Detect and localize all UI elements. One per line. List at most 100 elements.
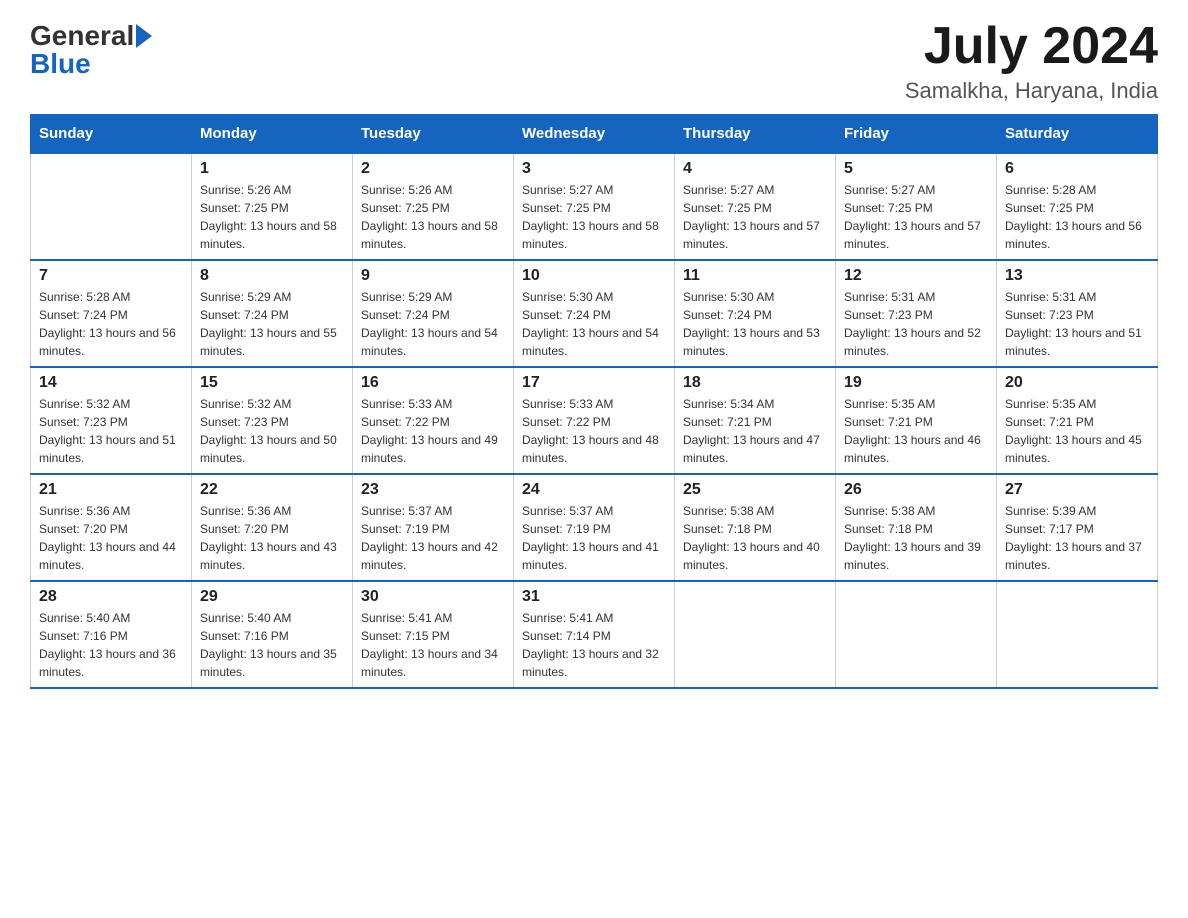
calendar-cell: 23Sunrise: 5:37 AMSunset: 7:19 PMDayligh…: [353, 474, 514, 581]
day-number: 24: [522, 481, 666, 499]
day-info: Sunrise: 5:29 AMSunset: 7:24 PMDaylight:…: [361, 288, 505, 360]
day-number: 1: [200, 160, 344, 178]
day-info: Sunrise: 5:32 AMSunset: 7:23 PMDaylight:…: [200, 395, 344, 467]
location: Samalkha, Haryana, India: [905, 78, 1158, 104]
day-info: Sunrise: 5:28 AMSunset: 7:24 PMDaylight:…: [39, 288, 183, 360]
calendar-cell: 14 Sunrise: 5:32 AMSunset: 7:23 PMDayligh…: [31, 367, 192, 474]
day-info: Sunrise: 5:34 AMSunset: 7:21 PMDaylight:…: [683, 395, 827, 467]
weekday-header-monday: Monday: [192, 115, 353, 154]
calendar-cell: [31, 153, 192, 260]
calendar-cell: [836, 581, 997, 688]
day-info: Sunrise: 5:26 AMSunset: 7:25 PMDaylight:…: [200, 181, 344, 253]
day-info: Sunrise: 5:31 AMSunset: 7:23 PMDaylight:…: [1005, 288, 1149, 360]
calendar-cell: 27 Sunrise: 5:39 AMSunset: 7:17 PMDayligh…: [997, 474, 1158, 581]
day-info: Sunrise: 5:31 AMSunset: 7:23 PMDaylight:…: [844, 288, 988, 360]
calendar-cell: 21 Sunrise: 5:36 AMSunset: 7:20 PMDayligh…: [31, 474, 192, 581]
day-info: Sunrise: 5:26 AMSunset: 7:25 PMDaylight:…: [361, 181, 505, 253]
logo-blue: Blue: [30, 48, 91, 80]
calendar-cell: 11Sunrise: 5:30 AMSunset: 7:24 PMDayligh…: [675, 260, 836, 367]
day-info: Sunrise: 5:27 AMSunset: 7:25 PMDaylight:…: [683, 181, 827, 253]
weekday-header-thursday: Thursday: [675, 115, 836, 154]
calendar-week-row-5: 28 Sunrise: 5:40 AMSunset: 7:16 PMDayligh…: [31, 581, 1158, 688]
calendar-cell: 5 Sunrise: 5:27 AMSunset: 7:25 PMDaylight…: [836, 153, 997, 260]
calendar-cell: 13Sunrise: 5:31 AMSunset: 7:23 PMDayligh…: [997, 260, 1158, 367]
calendar-cell: [997, 581, 1158, 688]
day-number: 15: [200, 374, 344, 392]
day-number: 22: [200, 481, 344, 499]
day-number: 16: [361, 374, 505, 392]
calendar-week-row-3: 14 Sunrise: 5:32 AMSunset: 7:23 PMDayligh…: [31, 367, 1158, 474]
day-info: Sunrise: 5:38 AMSunset: 7:18 PMDaylight:…: [844, 502, 988, 574]
day-info: Sunrise: 5:39 AMSunset: 7:17 PMDaylight:…: [1005, 502, 1149, 574]
calendar-cell: 7 Sunrise: 5:28 AMSunset: 7:24 PMDaylight…: [31, 260, 192, 367]
day-number: 29: [200, 588, 344, 606]
calendar-cell: 24Sunrise: 5:37 AMSunset: 7:19 PMDayligh…: [514, 474, 675, 581]
day-number: 8: [200, 267, 344, 285]
calendar-cell: 1 Sunrise: 5:26 AMSunset: 7:25 PMDaylight…: [192, 153, 353, 260]
calendar-cell: 3Sunrise: 5:27 AMSunset: 7:25 PMDaylight…: [514, 153, 675, 260]
day-number: 26: [844, 481, 988, 499]
calendar-cell: 30 Sunrise: 5:41 AMSunset: 7:15 PMDayligh…: [353, 581, 514, 688]
day-number: 4: [683, 160, 827, 178]
day-info: Sunrise: 5:38 AMSunset: 7:18 PMDaylight:…: [683, 502, 827, 574]
month-year: July 2024: [905, 20, 1158, 72]
day-number: 27: [1005, 481, 1149, 499]
calendar-cell: 29 Sunrise: 5:40 AMSunset: 7:16 PMDayligh…: [192, 581, 353, 688]
day-number: 11: [683, 267, 827, 285]
day-number: 30: [361, 588, 505, 606]
calendar-cell: 31 Sunrise: 5:41 AMSunset: 7:14 PMDayligh…: [514, 581, 675, 688]
calendar-cell: 28Sunrise: 5:40 AMSunset: 7:16 PMDayligh…: [31, 581, 192, 688]
calendar-week-row-1: 1 Sunrise: 5:26 AMSunset: 7:25 PMDaylight…: [31, 153, 1158, 260]
day-info: Sunrise: 5:36 AMSunset: 7:20 PMDaylight:…: [200, 502, 344, 574]
day-number: 17: [522, 374, 666, 392]
day-number: 18: [683, 374, 827, 392]
day-info: Sunrise: 5:29 AMSunset: 7:24 PMDaylight:…: [200, 288, 344, 360]
calendar-cell: 17Sunrise: 5:33 AMSunset: 7:22 PMDayligh…: [514, 367, 675, 474]
day-info: Sunrise: 5:36 AMSunset: 7:20 PMDaylight:…: [39, 502, 183, 574]
calendar-cell: 9 Sunrise: 5:29 AMSunset: 7:24 PMDaylight…: [353, 260, 514, 367]
day-number: 9: [361, 267, 505, 285]
logo-arrow-icon: [136, 24, 152, 48]
weekday-header-tuesday: Tuesday: [353, 115, 514, 154]
day-info: Sunrise: 5:33 AMSunset: 7:22 PMDaylight:…: [361, 395, 505, 467]
calendar-cell: 8 Sunrise: 5:29 AMSunset: 7:24 PMDaylight…: [192, 260, 353, 367]
day-number: 20: [1005, 374, 1149, 392]
day-info: Sunrise: 5:41 AMSunset: 7:14 PMDaylight:…: [522, 609, 666, 681]
day-number: 5: [844, 160, 988, 178]
day-info: Sunrise: 5:28 AMSunset: 7:25 PMDaylight:…: [1005, 181, 1149, 253]
calendar-cell: 4 Sunrise: 5:27 AMSunset: 7:25 PMDaylight…: [675, 153, 836, 260]
page-header: General Blue July 2024 Samalkha, Haryana…: [30, 20, 1158, 104]
calendar-cell: 22 Sunrise: 5:36 AMSunset: 7:20 PMDayligh…: [192, 474, 353, 581]
day-info: Sunrise: 5:27 AMSunset: 7:25 PMDaylight:…: [522, 181, 666, 253]
day-info: Sunrise: 5:41 AMSunset: 7:15 PMDaylight:…: [361, 609, 505, 681]
logo: General Blue: [30, 20, 154, 80]
day-info: Sunrise: 5:35 AMSunset: 7:21 PMDaylight:…: [1005, 395, 1149, 467]
calendar-cell: 26 Sunrise: 5:38 AMSunset: 7:18 PMDayligh…: [836, 474, 997, 581]
day-number: 21: [39, 481, 183, 499]
calendar-table: SundayMondayTuesdayWednesdayThursdayFrid…: [30, 114, 1158, 689]
day-info: Sunrise: 5:30 AMSunset: 7:24 PMDaylight:…: [522, 288, 666, 360]
weekday-header-wednesday: Wednesday: [514, 115, 675, 154]
calendar-cell: 16 Sunrise: 5:33 AMSunset: 7:22 PMDayligh…: [353, 367, 514, 474]
calendar-cell: 20 Sunrise: 5:35 AMSunset: 7:21 PMDayligh…: [997, 367, 1158, 474]
calendar-cell: 2Sunrise: 5:26 AMSunset: 7:25 PMDaylight…: [353, 153, 514, 260]
day-number: 7: [39, 267, 183, 285]
day-number: 12: [844, 267, 988, 285]
day-number: 31: [522, 588, 666, 606]
day-number: 14: [39, 374, 183, 392]
day-info: Sunrise: 5:40 AMSunset: 7:16 PMDaylight:…: [200, 609, 344, 681]
day-info: Sunrise: 5:27 AMSunset: 7:25 PMDaylight:…: [844, 181, 988, 253]
weekday-header-friday: Friday: [836, 115, 997, 154]
day-number: 28: [39, 588, 183, 606]
title-block: July 2024 Samalkha, Haryana, India: [905, 20, 1158, 104]
calendar-week-row-4: 21 Sunrise: 5:36 AMSunset: 7:20 PMDayligh…: [31, 474, 1158, 581]
day-number: 23: [361, 481, 505, 499]
calendar-cell: [675, 581, 836, 688]
day-number: 6: [1005, 160, 1149, 178]
calendar-header-row: SundayMondayTuesdayWednesdayThursdayFrid…: [31, 115, 1158, 154]
day-info: Sunrise: 5:35 AMSunset: 7:21 PMDaylight:…: [844, 395, 988, 467]
calendar-cell: 15 Sunrise: 5:32 AMSunset: 7:23 PMDayligh…: [192, 367, 353, 474]
calendar-week-row-2: 7 Sunrise: 5:28 AMSunset: 7:24 PMDaylight…: [31, 260, 1158, 367]
calendar-cell: 12 Sunrise: 5:31 AMSunset: 7:23 PMDayligh…: [836, 260, 997, 367]
day-info: Sunrise: 5:32 AMSunset: 7:23 PMDaylight:…: [39, 395, 183, 467]
